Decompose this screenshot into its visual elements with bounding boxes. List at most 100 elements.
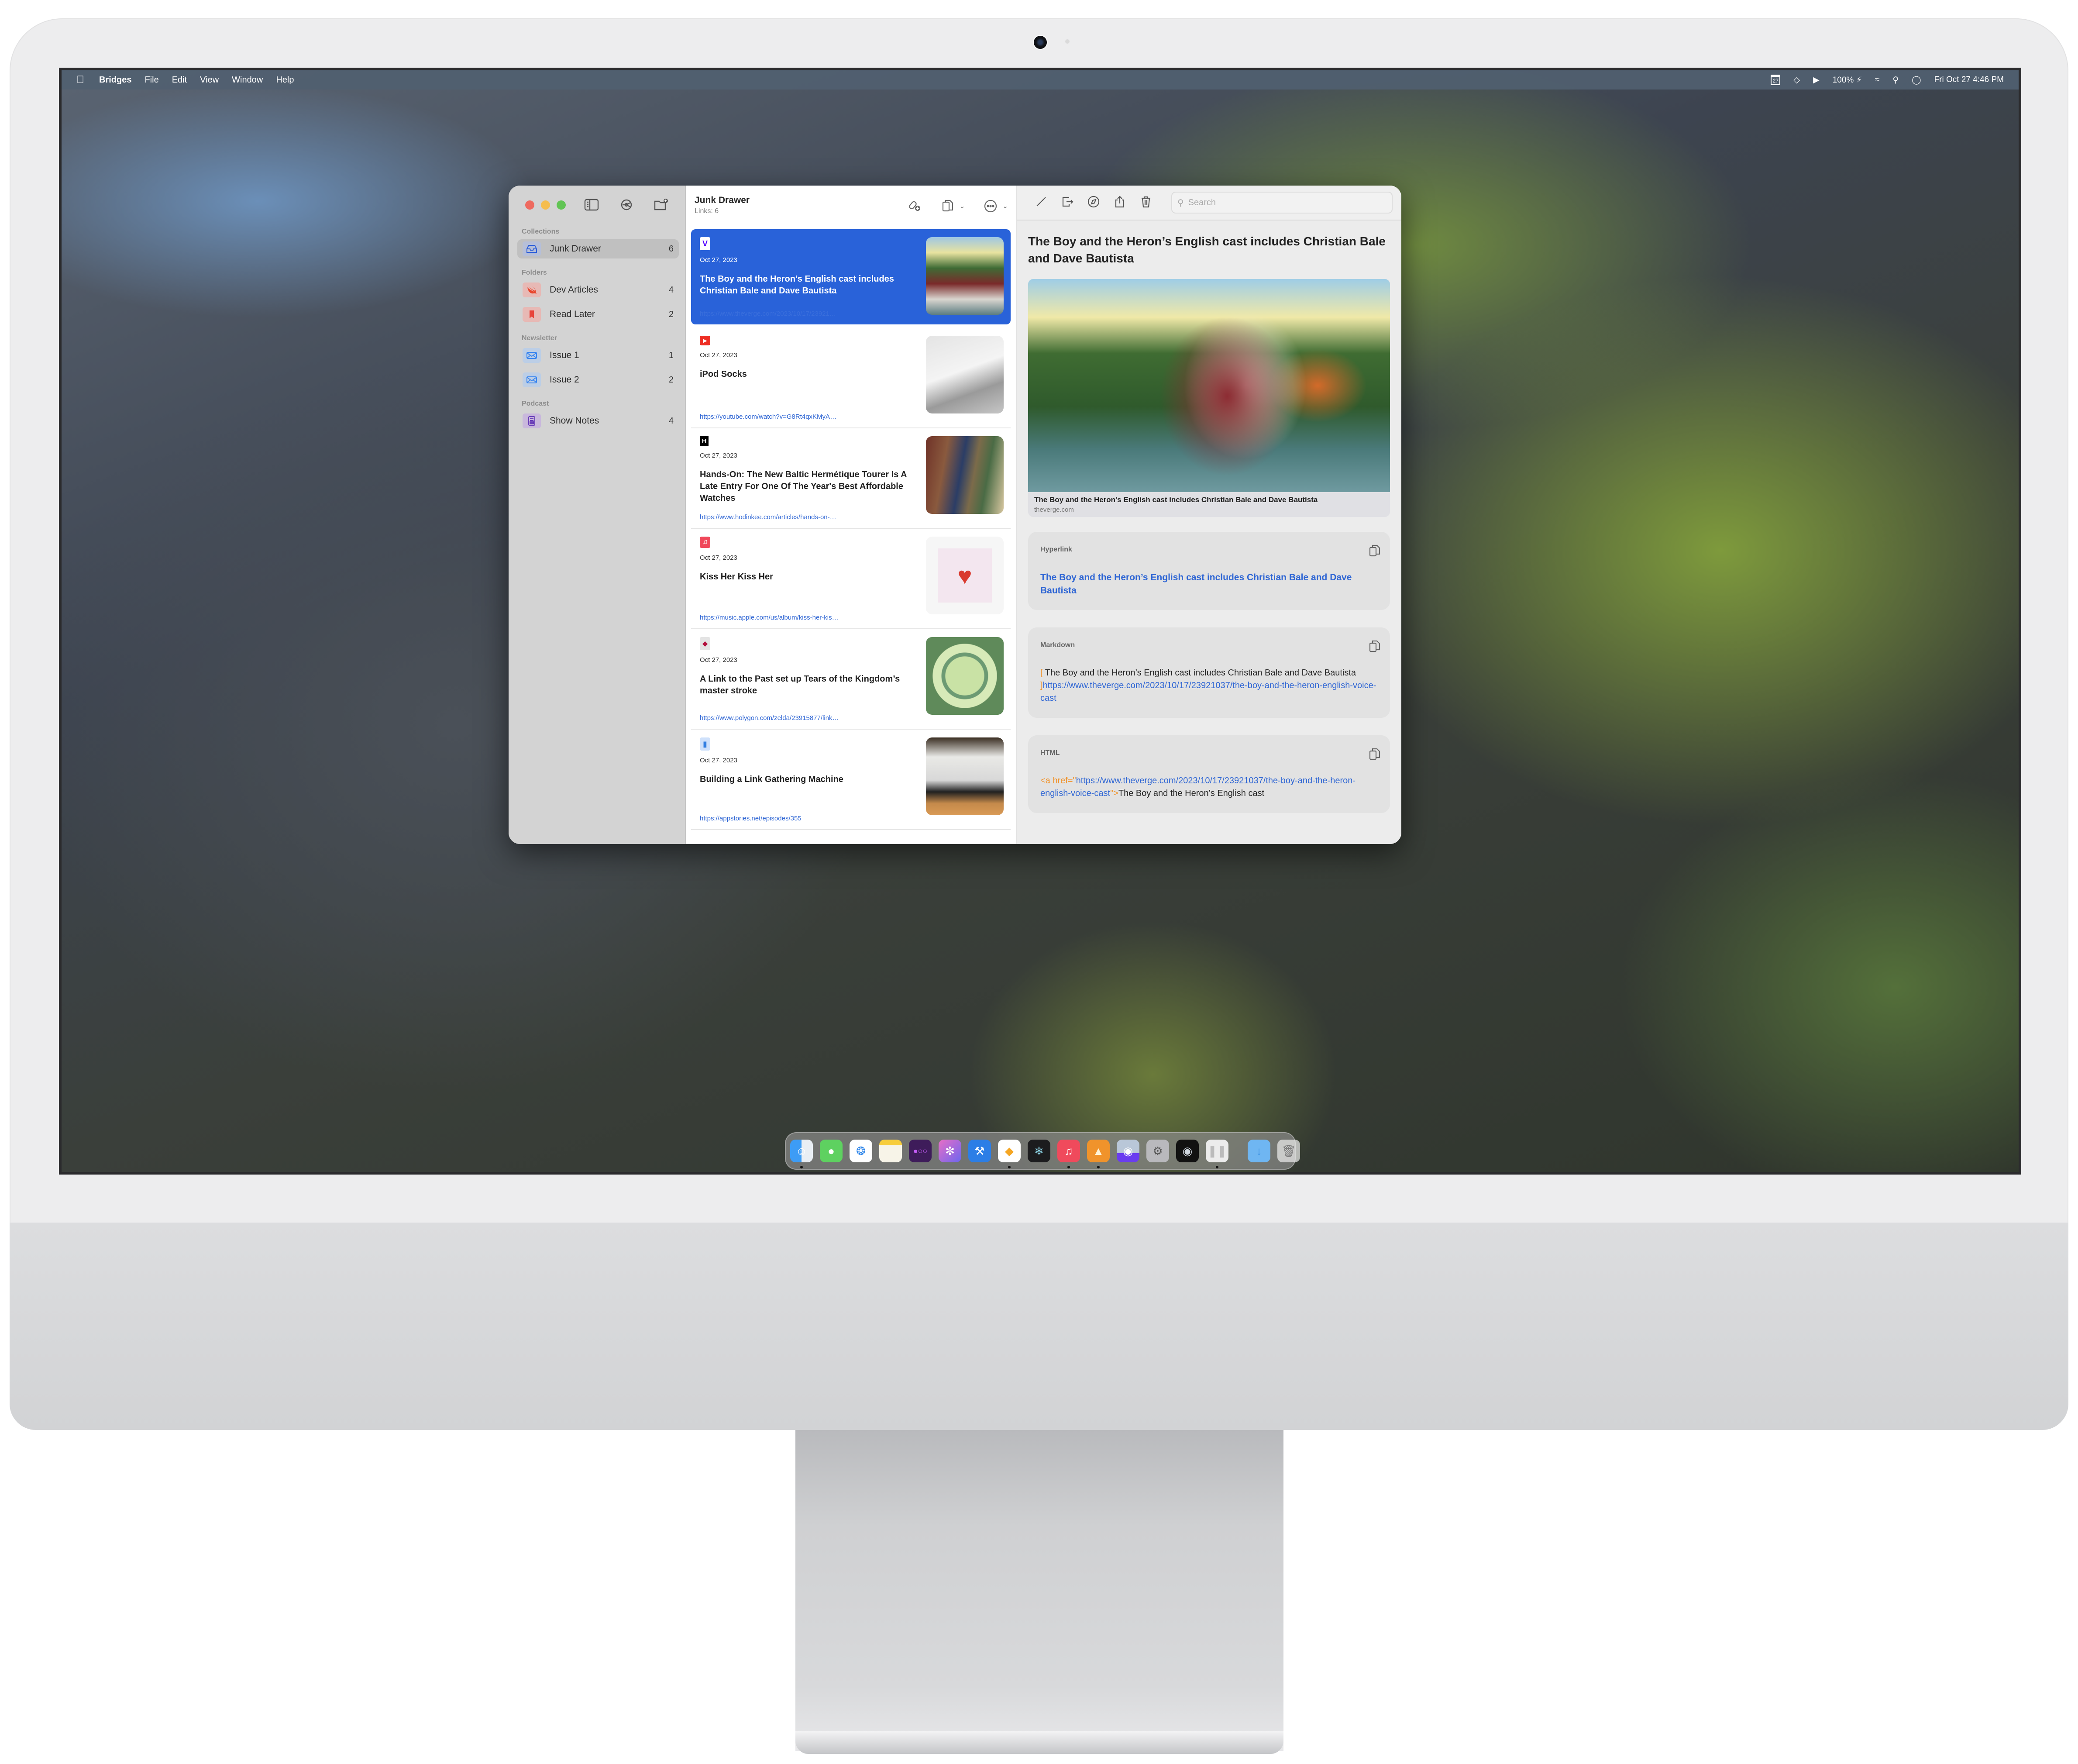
link-preview[interactable]: The Boy and the Heron’s English cast inc… [1028,279,1390,517]
search-placeholder: Search [1188,197,1216,207]
card-url[interactable]: https://youtube.com/watch?v=G8Rt4qxKMyA&… [700,413,839,420]
card-url[interactable]: https://www.theverge.com/2023/10/17/2392… [700,310,839,317]
imac-stand [795,1430,1283,1751]
settings-gear-icon[interactable] [618,196,635,214]
bridges-window: Collections Junk Drawer 6 Folders Dev Ar… [509,186,1401,844]
minimize-button[interactable] [541,200,550,210]
share-icon[interactable] [1113,195,1127,211]
card-title: The Boy and the Heron’s English cast inc… [700,274,894,296]
control-center-icon[interactable]: ◯ [1912,75,1921,85]
card-thumbnail: ♥ [926,537,1004,614]
menu-file[interactable]: File [144,75,158,85]
html-label: HTML [1040,749,1060,757]
card-url[interactable]: https://www.polygon.com/zelda/23915877/l… [700,714,839,722]
detail-toolbar: ⚲ Search [1017,186,1401,220]
dock-podcasts-player-icon[interactable]: ❚❚ [1206,1140,1228,1168]
card-url[interactable]: https://www.hodinkee.com/articles/hands-… [700,513,839,521]
copy-icon[interactable] [1367,543,1382,558]
link-card[interactable]: ◆ Oct 27, 2023 A Link to the Past set up… [691,629,1011,730]
card-url[interactable]: https://music.apple.com/us/album/kiss-he… [700,614,839,621]
copy-icon[interactable] [1367,747,1382,761]
hyperlink-label: Hyperlink [1040,546,1072,554]
card-date: Oct 27, 2023 [700,757,737,764]
link-card[interactable]: ♫ Oct 27, 2023 Kiss Her Kiss Her https:/… [691,529,1011,629]
running-indicator [1008,1166,1011,1168]
markdown-label: Markdown [1040,641,1075,649]
menu-help[interactable]: Help [276,75,294,85]
menu-view[interactable]: View [200,75,219,85]
dock-shapes-icon[interactable]: ❄ [1028,1140,1050,1162]
dock-finder-icon[interactable]: ☺ [790,1140,813,1168]
link-card[interactable]: ▮ Oct 27, 2023 Building a Link Gathering… [691,730,1011,830]
wifi-icon[interactable]: ≈ [1875,75,1879,85]
collection-title: Junk Drawer [695,195,750,205]
sidebar-item-label: Read Later [550,309,595,319]
new-folder-icon[interactable] [653,196,670,214]
hyperlink-text[interactable]: The Boy and the Heron’s English cast inc… [1040,571,1382,597]
menu-bar:  Bridges File Edit View Window Help 27 … [62,70,2019,90]
dock-bridges-icon[interactable]: ●○○ [909,1140,932,1162]
sidebar-item-count: 6 [668,244,674,254]
imac-stand-foot [795,1731,1283,1754]
dock-logic-pro-icon[interactable]: ◉ [1176,1140,1199,1162]
preview-domain: theverge.com [1034,506,1074,514]
card-title: A Link to the Past set up Tears of the K… [700,674,900,696]
sidebar-toolbar [583,196,670,214]
sidebar-item-junk-drawer[interactable]: Junk Drawer 6 [517,239,679,258]
dock-transmit-icon[interactable]: ▲ [1087,1140,1110,1168]
strawberry-artwork: ♥ [938,548,992,603]
menu-edit[interactable]: Edit [172,75,187,85]
copy-menu-button[interactable]: ⌄ [940,199,965,214]
zoom-button[interactable] [557,200,566,210]
menu-app-name[interactable]: Bridges [99,75,131,85]
sidebar-item-label: Show Notes [550,416,599,426]
sidebar-item-read-later[interactable]: Read Later 2 [517,305,679,324]
sidebar-item-show-notes[interactable]: Show Notes 4 [517,411,679,431]
search-icon: ⚲ [1177,198,1184,208]
running-indicator [1216,1166,1218,1168]
section-podcast: Podcast [522,400,549,407]
link-card[interactable]: H Oct 27, 2023 Hands-On: The New Baltic … [691,428,1011,529]
shortcuts-status-icon[interactable]: ◇ [1793,75,1800,85]
trash-icon[interactable] [1139,195,1153,211]
dock-system-settings-icon[interactable]: ⚙ [1146,1140,1169,1162]
dock: ☺ ● ❂ ●○○ ✼ ⚒ ◆ ❄ ♫ ▲ ◉ ⚙ ◉ ❚❚ ↓ 🗑 [785,1132,1300,1170]
play-status-icon[interactable]: ▶ [1813,75,1820,85]
spotlight-icon[interactable]: ⚲ [1892,75,1899,85]
open-external-icon[interactable] [1060,195,1074,211]
running-indicator [800,1166,803,1168]
dock-music-icon[interactable]: ♫ [1057,1140,1080,1168]
dock-xcode-icon[interactable]: ⚒ [968,1140,991,1162]
dock-safari-icon[interactable]: ❂ [850,1140,872,1162]
html-close-tag: "> [1110,789,1118,799]
menu-window[interactable]: Window [232,75,263,85]
add-link-icon[interactable] [907,198,922,215]
sidebar-item-issue-2[interactable]: Issue 2 2 [517,370,679,389]
sidebar-toggle-icon[interactable] [583,196,600,214]
menu-clock[interactable]: Fri Oct 27 4:46 PM [1934,75,2004,85]
apple-menu-icon[interactable]:  [76,74,84,86]
dock-nova-icon[interactable]: ✼ [939,1140,961,1162]
sidebar-item-issue-1[interactable]: Issue 1 1 [517,346,679,365]
html-block: HTML <a href="https://www.theverge.com/2… [1028,735,1390,813]
dock-messages-icon[interactable]: ● [820,1140,843,1162]
dock-tableplus-icon[interactable]: ◉ [1117,1140,1139,1162]
dock-sketch-icon[interactable]: ◆ [998,1140,1021,1168]
dock-downloads-folder-icon[interactable]: ↓ [1248,1140,1270,1162]
copy-icon[interactable] [1367,639,1382,654]
link-card[interactable]: ▶ Oct 27, 2023 iPod Socks https://youtub… [691,328,1011,428]
sidebar-item-dev-articles[interactable]: Dev Articles 4 [517,280,679,300]
calendar-status-icon[interactable]: 27 [1771,75,1781,85]
more-menu-button[interactable]: ⌄ [983,199,1008,214]
list-header: Junk Drawer Links: 6 ⌄ ⌄ [686,186,1016,229]
section-collections: Collections [522,228,560,235]
link-card[interactable]: V Oct 27, 2023 The Boy and the Heron’s E… [691,229,1011,324]
edit-pencil-icon[interactable] [1034,195,1048,211]
close-button[interactable] [525,200,534,210]
dock-trash-icon[interactable]: 🗑 [1277,1140,1300,1162]
battery-status[interactable]: 100% ⚡ [1833,75,1862,85]
safari-compass-icon[interactable] [1087,195,1101,211]
search-field[interactable]: ⚲ Search [1171,192,1393,214]
dock-notes-icon[interactable] [879,1140,902,1162]
card-url[interactable]: https://appstories.net/episodes/355 [700,815,839,822]
